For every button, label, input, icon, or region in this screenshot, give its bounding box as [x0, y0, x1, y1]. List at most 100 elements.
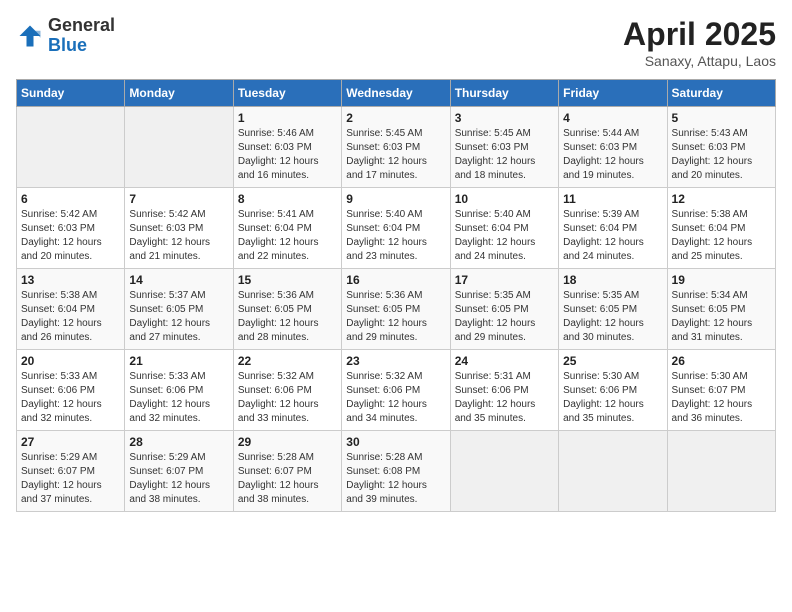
- day-number: 12: [672, 192, 771, 206]
- calendar-cell: 26Sunrise: 5:30 AMSunset: 6:07 PMDayligh…: [667, 350, 775, 431]
- cell-content: Sunrise: 5:35 AMSunset: 6:05 PMDaylight:…: [455, 289, 554, 345]
- calendar-cell: 7 Sunrise: 5:42 AMSunset: 6:03 PMDaylight…: [125, 188, 233, 269]
- day-number: 21: [129, 354, 228, 368]
- weekday-header-cell: Tuesday: [233, 80, 341, 107]
- cell-content: Sunrise: 5:43 AMSunset: 6:03 PMDaylight:…: [672, 127, 771, 183]
- calendar-cell: 15 Sunrise: 5:36 AMSunset: 6:05 PMDayligh…: [233, 269, 341, 350]
- weekday-header-cell: Sunday: [17, 80, 125, 107]
- calendar-body: 1 Sunrise: 5:46 AMSunset: 6:03 PMDaylight…: [17, 107, 776, 512]
- cell-content: Sunrise: 5:44 AMSunset: 6:03 PMDaylight:…: [563, 127, 662, 183]
- day-number: 29: [238, 435, 337, 449]
- cell-content: Sunrise: 5:36 AMSunset: 6:05 PMDaylight:…: [346, 289, 445, 345]
- calendar-cell: 25Sunrise: 5:30 AMSunset: 6:06 PMDayligh…: [559, 350, 667, 431]
- calendar-cell: 19 Sunrise: 5:34 AMSunset: 6:05 PMDayligh…: [667, 269, 775, 350]
- day-number: 16: [346, 273, 445, 287]
- cell-content: Sunrise: 5:36 AMSunset: 6:05 PMDaylight:…: [238, 289, 337, 345]
- calendar-cell: 22 Sunrise: 5:32 AMSunset: 6:06 PMDayligh…: [233, 350, 341, 431]
- calendar-cell: 17 Sunrise: 5:35 AMSunset: 6:05 PMDayligh…: [450, 269, 558, 350]
- calendar-cell: 18 Sunrise: 5:35 AMSunset: 6:05 PMDayligh…: [559, 269, 667, 350]
- calendar-cell: 5 Sunrise: 5:43 AMSunset: 6:03 PMDaylight…: [667, 107, 775, 188]
- cell-content: Sunrise: 5:31 AMSunset: 6:06 PMDaylight:…: [455, 370, 554, 426]
- day-number: 28: [129, 435, 228, 449]
- calendar-cell: 28 Sunrise: 5:29 AMSunset: 6:07 PMDayligh…: [125, 431, 233, 512]
- cell-content: Sunrise: 5:38 AMSunset: 6:04 PMDaylight:…: [672, 208, 771, 264]
- cell-content: Sunrise: 5:30 AMSunset: 6:07 PMDaylight:…: [672, 370, 771, 426]
- calendar-week-row: 27 Sunrise: 5:29 AMSunset: 6:07 PMDayligh…: [17, 431, 776, 512]
- cell-content: Sunrise: 5:28 AMSunset: 6:07 PMDaylight:…: [238, 451, 337, 507]
- calendar-cell: 9Sunrise: 5:40 AMSunset: 6:04 PMDaylight…: [342, 188, 450, 269]
- day-number: 17: [455, 273, 554, 287]
- cell-content: Sunrise: 5:38 AMSunset: 6:04 PMDaylight:…: [21, 289, 120, 345]
- cell-content: Sunrise: 5:42 AMSunset: 6:03 PMDaylight:…: [21, 208, 120, 264]
- day-number: 30: [346, 435, 445, 449]
- calendar-table: SundayMondayTuesdayWednesdayThursdayFrid…: [16, 79, 776, 512]
- day-number: 20: [21, 354, 120, 368]
- cell-content: Sunrise: 5:34 AMSunset: 6:05 PMDaylight:…: [672, 289, 771, 345]
- calendar-cell: 23Sunrise: 5:32 AMSunset: 6:06 PMDayligh…: [342, 350, 450, 431]
- weekday-header-cell: Thursday: [450, 80, 558, 107]
- day-number: 10: [455, 192, 554, 206]
- title-area: April 2025 Sanaxy, Attapu, Laos: [623, 16, 776, 69]
- logo-general-text: General: [48, 15, 115, 35]
- calendar-cell: 1 Sunrise: 5:46 AMSunset: 6:03 PMDaylight…: [233, 107, 341, 188]
- cell-content: Sunrise: 5:39 AMSunset: 6:04 PMDaylight:…: [563, 208, 662, 264]
- day-number: 4: [563, 111, 662, 125]
- calendar-week-row: 6 Sunrise: 5:42 AMSunset: 6:03 PMDaylight…: [17, 188, 776, 269]
- cell-content: Sunrise: 5:41 AMSunset: 6:04 PMDaylight:…: [238, 208, 337, 264]
- cell-content: Sunrise: 5:46 AMSunset: 6:03 PMDaylight:…: [238, 127, 337, 183]
- cell-content: Sunrise: 5:28 AMSunset: 6:08 PMDaylight:…: [346, 451, 445, 507]
- weekday-header-cell: Monday: [125, 80, 233, 107]
- weekday-header-cell: Saturday: [667, 80, 775, 107]
- cell-content: Sunrise: 5:35 AMSunset: 6:05 PMDaylight:…: [563, 289, 662, 345]
- calendar-cell: 10 Sunrise: 5:40 AMSunset: 6:04 PMDayligh…: [450, 188, 558, 269]
- calendar-week-row: 13 Sunrise: 5:38 AMSunset: 6:04 PMDayligh…: [17, 269, 776, 350]
- calendar-cell: [17, 107, 125, 188]
- calendar-cell: 8 Sunrise: 5:41 AMSunset: 6:04 PMDaylight…: [233, 188, 341, 269]
- calendar-cell: [559, 431, 667, 512]
- day-number: 13: [21, 273, 120, 287]
- calendar-week-row: 20 Sunrise: 5:33 AMSunset: 6:06 PMDayligh…: [17, 350, 776, 431]
- day-number: 5: [672, 111, 771, 125]
- cell-content: Sunrise: 5:29 AMSunset: 6:07 PMDaylight:…: [21, 451, 120, 507]
- cell-content: Sunrise: 5:42 AMSunset: 6:03 PMDaylight:…: [129, 208, 228, 264]
- cell-content: Sunrise: 5:45 AMSunset: 6:03 PMDaylight:…: [455, 127, 554, 183]
- calendar-cell: [450, 431, 558, 512]
- day-number: 8: [238, 192, 337, 206]
- day-number: 15: [238, 273, 337, 287]
- day-number: 7: [129, 192, 228, 206]
- header: General Blue April 2025 Sanaxy, Attapu, …: [16, 16, 776, 69]
- cell-content: Sunrise: 5:37 AMSunset: 6:05 PMDaylight:…: [129, 289, 228, 345]
- day-number: 3: [455, 111, 554, 125]
- cell-content: Sunrise: 5:29 AMSunset: 6:07 PMDaylight:…: [129, 451, 228, 507]
- weekday-header-cell: Wednesday: [342, 80, 450, 107]
- weekday-header-cell: Friday: [559, 80, 667, 107]
- cell-content: Sunrise: 5:32 AMSunset: 6:06 PMDaylight:…: [238, 370, 337, 426]
- month-title: April 2025: [623, 16, 776, 53]
- calendar-cell: 4 Sunrise: 5:44 AMSunset: 6:03 PMDaylight…: [559, 107, 667, 188]
- day-number: 2: [346, 111, 445, 125]
- calendar-week-row: 1 Sunrise: 5:46 AMSunset: 6:03 PMDaylight…: [17, 107, 776, 188]
- day-number: 9: [346, 192, 445, 206]
- calendar-cell: 30 Sunrise: 5:28 AMSunset: 6:08 PMDayligh…: [342, 431, 450, 512]
- calendar-cell: 20 Sunrise: 5:33 AMSunset: 6:06 PMDayligh…: [17, 350, 125, 431]
- day-number: 27: [21, 435, 120, 449]
- day-number: 18: [563, 273, 662, 287]
- calendar-cell: 3 Sunrise: 5:45 AMSunset: 6:03 PMDaylight…: [450, 107, 558, 188]
- logo-blue-text: Blue: [48, 35, 87, 55]
- calendar-cell: 6 Sunrise: 5:42 AMSunset: 6:03 PMDaylight…: [17, 188, 125, 269]
- day-number: 1: [238, 111, 337, 125]
- day-number: 24: [455, 354, 554, 368]
- day-number: 6: [21, 192, 120, 206]
- location-title: Sanaxy, Attapu, Laos: [623, 53, 776, 69]
- cell-content: Sunrise: 5:33 AMSunset: 6:06 PMDaylight:…: [21, 370, 120, 426]
- calendar-cell: 16 Sunrise: 5:36 AMSunset: 6:05 PMDayligh…: [342, 269, 450, 350]
- day-number: 14: [129, 273, 228, 287]
- cell-content: Sunrise: 5:45 AMSunset: 6:03 PMDaylight:…: [346, 127, 445, 183]
- calendar-cell: 14 Sunrise: 5:37 AMSunset: 6:05 PMDayligh…: [125, 269, 233, 350]
- cell-content: Sunrise: 5:40 AMSunset: 6:04 PMDaylight:…: [455, 208, 554, 264]
- calendar-cell: 2 Sunrise: 5:45 AMSunset: 6:03 PMDaylight…: [342, 107, 450, 188]
- day-number: 22: [238, 354, 337, 368]
- day-number: 11: [563, 192, 662, 206]
- day-number: 19: [672, 273, 771, 287]
- cell-content: Sunrise: 5:30 AMSunset: 6:06 PMDaylight:…: [563, 370, 662, 426]
